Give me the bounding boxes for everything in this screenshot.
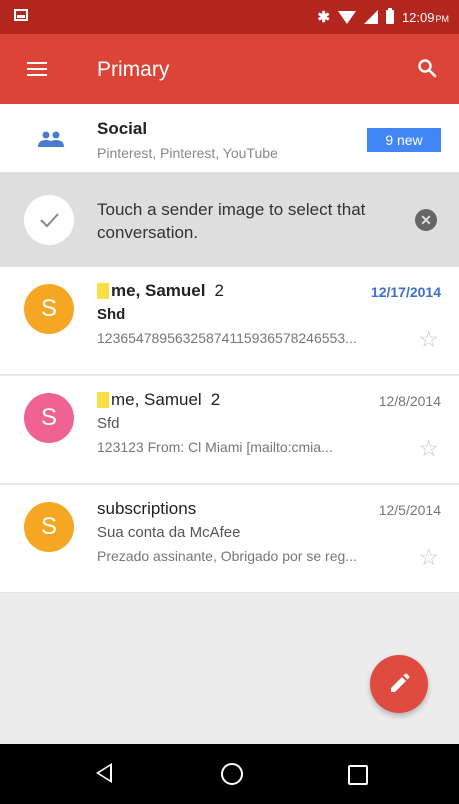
email-row[interactable]: Ssubscriptions 12/5/2014 Sua conta da McAf… [0,485,459,593]
email-date: 12/8/2014 [378,393,441,409]
email-subject: Sua conta da McAfee [97,524,241,541]
home-icon[interactable] [221,763,243,785]
compose-button[interactable] [370,655,428,713]
people-icon [38,131,64,147]
email-subject: Sfd [97,415,120,432]
close-icon[interactable]: ✕ [415,209,437,231]
back-icon[interactable] [96,763,112,783]
email-date: 12/5/2014 [378,502,441,518]
clock: 12:09PM [401,9,449,25]
email-row[interactable]: Sme, Samuel 2 12/17/2014 Shd 123654789563258… [0,267,459,375]
signal-icon [363,10,378,24]
sender-name: me, Samuel [111,390,202,409]
social-title: Social [97,119,148,138]
status-icons: ✱ 12:09PM [317,7,449,27]
tip-avatar [24,195,74,245]
notification-icon [14,9,28,21]
important-label-icon [97,283,109,299]
status-bar: ✱ 12:09PM [0,0,459,34]
email-row[interactable]: Sme, Samuel 2 12/8/2014 Sfd 123123 From: Cl … [0,376,459,484]
wifi-icon [337,10,356,24]
sender-name: me, Samuel [111,281,206,300]
system-nav-bar [0,744,459,804]
sender: me, Samuel 2 [111,390,220,410]
social-senders: Pinterest, Pinterest, YouTube [97,145,278,161]
important-label-icon [97,392,109,408]
page-title: Primary [97,58,170,81]
menu-icon[interactable] [27,62,47,76]
pencil-icon [391,673,410,692]
email-snippet: 12365478956325874115936578246553... [97,330,357,346]
sender: me, Samuel 2 [111,281,224,301]
tip-text: Touch a sender image to select that conv… [97,200,366,242]
sender: subscriptions [97,499,205,519]
battery-icon [385,8,394,24]
recent-apps-icon[interactable] [348,765,368,785]
avatar[interactable]: S [24,393,74,443]
avatar[interactable]: S [24,502,74,552]
avatar[interactable]: S [24,284,74,334]
email-date: 12/17/2014 [370,284,441,300]
social-category-row[interactable]: Social Pinterest, Pinterest, YouTube 9 n… [0,104,459,172]
bluetooth-icon: ✱ [317,9,330,26]
new-count-badge: 9 new [367,128,441,152]
star-icon[interactable]: ☆ [418,546,439,569]
email-subject: Shd [97,306,126,323]
thread-count: 2 [210,390,221,409]
app-bar: Primary [0,34,459,104]
star-icon[interactable]: ☆ [418,328,439,351]
selection-tip-banner: Touch a sender image to select that conv… [0,172,459,267]
check-icon [40,213,59,228]
email-snippet: 123123 From: Cl Miami [mailto:cmia... [97,439,333,455]
search-icon[interactable] [417,58,437,78]
thread-count: 2 [214,281,224,300]
email-snippet: Prezado assinante, Obrigado por se reg..… [97,548,357,564]
star-icon[interactable]: ☆ [418,437,439,460]
sender-name: subscriptions [97,499,197,518]
